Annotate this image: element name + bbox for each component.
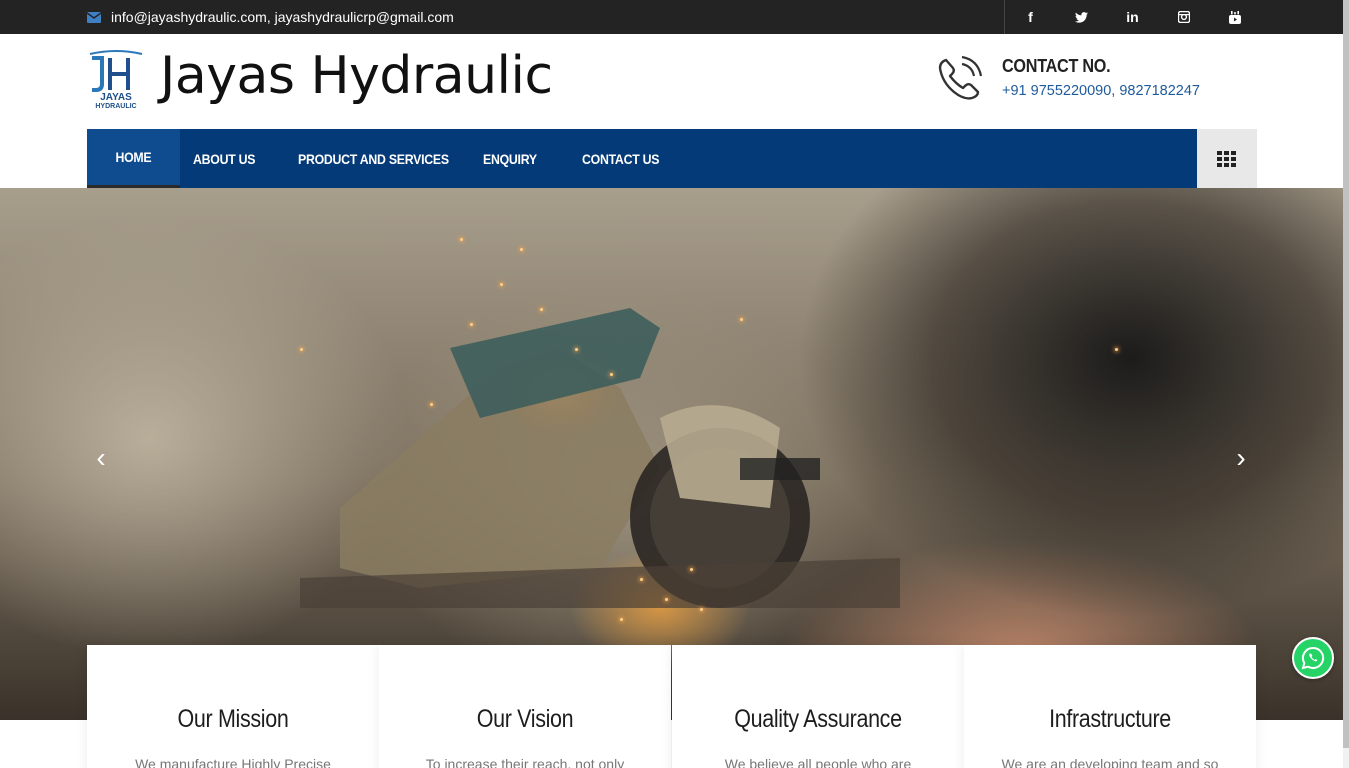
card-title: Quality Assurance [734,705,902,733]
linkedin-icon[interactable]: in [1107,0,1158,34]
card-title: Infrastructure [1049,705,1171,733]
slider-next-arrow[interactable]: › [1226,442,1256,473]
phone-icon [936,54,984,102]
card-title: Our Vision [476,705,574,733]
whatsapp-button[interactable] [1292,637,1334,679]
card-our-mission: Our Mission We manufacture Highly Precis… [87,645,379,768]
slider-prev-arrow[interactable]: ‹ [86,442,116,473]
nav-product-and-services[interactable]: PRODUCT AND SERVICES [298,129,449,188]
facebook-icon[interactable]: f [1005,0,1056,34]
top-bar: info@jayashydraulic.com, jayashydraulicr… [0,0,1343,34]
brand-name[interactable]: Jayas Hydraulic [160,46,553,106]
twitter-icon[interactable] [1056,0,1107,34]
nav-home[interactable]: HOME [87,129,180,188]
whatsapp-icon [1301,646,1325,670]
card-text: We believe all people who are [724,756,912,768]
page-scrollbar[interactable] [1343,0,1349,768]
main-nav: HOME ABOUT US PRODUCT AND SERVICES ENQUI… [87,129,1257,188]
card-title: Our Mission [177,705,289,733]
page: info@jayashydraulic.com, jayashydraulicr… [0,0,1349,768]
company-logo[interactable]: JAYAS HYDRAULIC [88,48,144,110]
contact-title: CONTACT NO. [1002,56,1111,76]
card-text: To increase their reach, not only [425,756,625,768]
card-text: We are an developing team and so [1001,756,1219,768]
svg-text:HYDRAULIC: HYDRAULIC [95,103,136,110]
social-links: f in [1004,0,1260,34]
nav-enquiry[interactable]: ENQUIRY [483,129,537,188]
contact-numbers[interactable]: +91 9755220090, 9827182247 [1002,83,1200,99]
brand[interactable]: JAYAS HYDRAULIC Jayas Hydraulic [88,46,553,110]
instagram-icon[interactable] [1158,0,1209,34]
envelope-icon [87,11,101,23]
email-text[interactable]: info@jayashydraulic.com, jayashydraulicr… [111,9,454,25]
nav-about-us[interactable]: ABOUT US [193,129,255,188]
email-info: info@jayashydraulic.com, jayashydraulicr… [87,0,454,34]
nav-contact-us[interactable]: CONTACT US [582,129,659,188]
card-text: We manufacture Highly Precise [135,756,331,768]
card-quality-assurance: Quality Assurance We believe all people … [672,645,964,768]
hero-slider: ‹ › [0,188,1343,720]
grid-menu-button[interactable] [1197,129,1257,188]
scrollbar-thumb[interactable] [1343,0,1349,748]
youtube-icon[interactable] [1209,0,1260,34]
grid-icon [1217,150,1236,167]
card-our-vision: Our Vision To increase their reach, not … [379,645,671,768]
feature-cards: Our Mission We manufacture Highly Precis… [87,645,1257,768]
svg-text:JAYAS: JAYAS [100,92,132,103]
hero-machine-image [300,308,900,608]
card-infrastructure: Infrastructure We are an developing team… [964,645,1256,768]
nav-home-label: HOME [115,149,152,165]
